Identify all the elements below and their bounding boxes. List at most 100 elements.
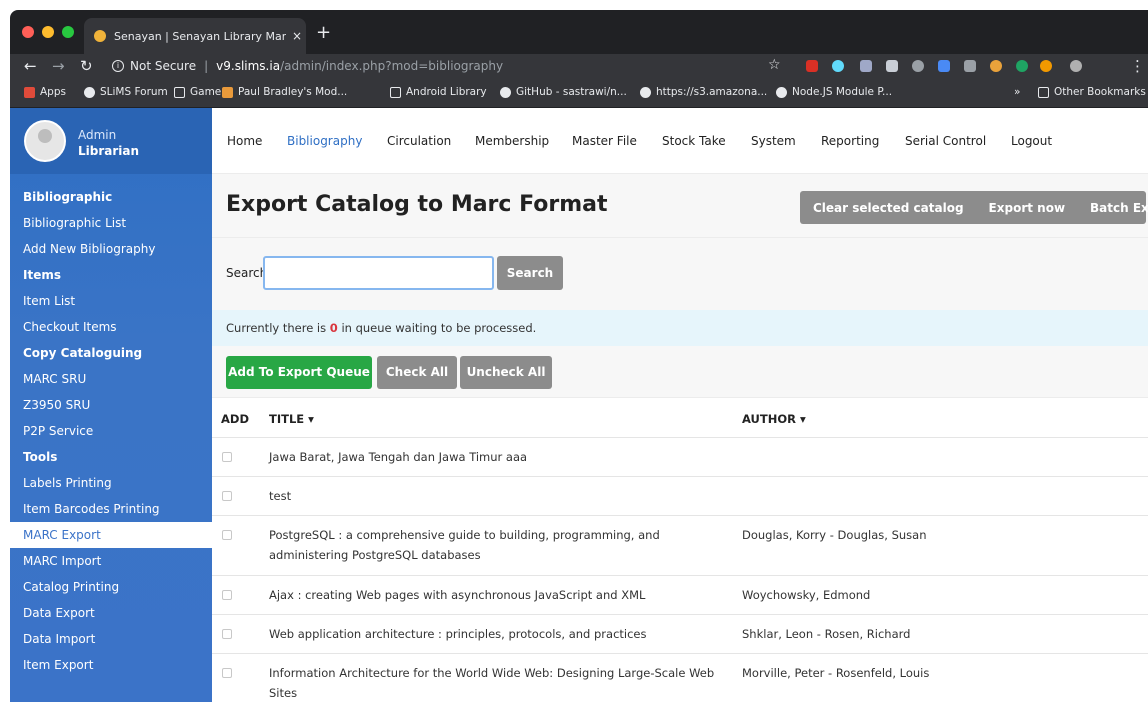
nav-logout[interactable]: Logout (1011, 134, 1052, 148)
nav-stock-take[interactable]: Stock Take (662, 134, 726, 148)
table-row: Information Architecture for the World W… (212, 654, 1148, 702)
clear-selected-catalog-button[interactable]: Clear selected catalog (813, 201, 964, 215)
bookmark-label: Apps (40, 86, 66, 98)
row-checkbox[interactable] (222, 629, 232, 639)
nav-serial-control[interactable]: Serial Control (905, 134, 986, 148)
extension-window-icon[interactable] (964, 60, 976, 72)
sidebar-item-labels-printing[interactable]: Labels Printing (10, 470, 212, 496)
sidebar-item-checkout-items[interactable]: Checkout Items (10, 314, 212, 340)
back-arrow-icon[interactable]: ← (24, 56, 37, 76)
bookmark-github[interactable]: GitHub - sastrawi/n... (500, 86, 627, 98)
nav-circulation[interactable]: Circulation (387, 134, 451, 148)
column-header-author[interactable]: AUTHOR ▾ (742, 412, 806, 426)
tab-title: Senayan | Senayan Library Mana (114, 29, 286, 43)
bookmark-label: Android Library (406, 86, 487, 98)
other-bookmarks[interactable]: Other Bookmarks (1038, 86, 1146, 98)
extension-react-icon[interactable] (832, 60, 844, 72)
column-header-title[interactable]: TITLE ▾ (269, 412, 314, 426)
sidebar-item-catalog-printing[interactable]: Catalog Printing (10, 574, 212, 600)
sidebar-item-item-barcodes-printing[interactable]: Item Barcodes Printing (10, 496, 212, 522)
extension-coin-icon[interactable] (1040, 60, 1052, 72)
bookmark-android-library[interactable]: Android Library (390, 86, 487, 98)
search-input[interactable] (263, 256, 494, 290)
bookmark-nodejs[interactable]: Node.JS Module P... (776, 86, 892, 98)
bookmark-s3[interactable]: https://s3.amazona... (640, 86, 767, 98)
folder-icon (1038, 86, 1049, 98)
bookmark-slims-forum[interactable]: SLiMS Forum (84, 86, 168, 98)
address-bar[interactable]: i Not Secure | v9.slims.ia /admin/index.… (112, 54, 802, 78)
nav-reporting[interactable]: Reporting (821, 134, 879, 148)
sidebar-item-marc-import[interactable]: MARC Import (10, 548, 212, 574)
bookmark-label: https://s3.amazona... (656, 86, 768, 98)
row-title: test (269, 489, 292, 503)
extension-camera-icon[interactable] (886, 60, 898, 72)
extension-translate-icon[interactable] (938, 60, 950, 72)
row-author: Shklar, Leon - Rosen, Richard (742, 627, 911, 641)
browser-tab[interactable]: Senayan | Senayan Library Mana × (84, 18, 306, 54)
sidebar-item-item-export[interactable]: Item Export (10, 652, 212, 678)
batch-export-button[interactable]: Batch Export (1090, 201, 1148, 215)
row-checkbox[interactable] (222, 452, 232, 462)
chevron-double-right-icon: » (1014, 86, 1021, 98)
table-row: Web application architecture : principle… (212, 615, 1148, 654)
user-profile: Admin Librarian (10, 108, 212, 174)
sidebar-item-z3950-sru[interactable]: Z3950 SRU (10, 392, 212, 418)
add-to-export-queue-button[interactable]: Add To Export Queue (226, 356, 372, 389)
row-checkbox[interactable] (222, 590, 232, 600)
minimize-window-button[interactable] (42, 26, 54, 38)
maximize-window-button[interactable] (62, 26, 74, 38)
sidebar-item-p2p-service[interactable]: P2P Service (10, 418, 212, 444)
export-now-button[interactable]: Export now (989, 201, 1065, 215)
row-checkbox[interactable] (222, 530, 232, 540)
bookmark-paul-bradley[interactable]: Paul Bradley's Mod... (222, 86, 347, 98)
close-tab-icon[interactable]: × (292, 29, 302, 43)
sidebar: Admin Librarian Bibliographic Bibliograph… (10, 108, 212, 702)
extension-record-icon[interactable] (912, 60, 924, 72)
bookmark-star-icon[interactable]: ☆ (768, 57, 781, 73)
queue-count: 0 (329, 321, 338, 335)
bookmark-label: Node.JS Module P... (792, 86, 893, 98)
info-icon[interactable]: i (112, 60, 124, 72)
reload-icon[interactable]: ↻ (80, 56, 93, 76)
sidebar-menu: Bibliographic Bibliographic List Add New B… (10, 184, 212, 678)
sidebar-item-data-import[interactable]: Data Import (10, 626, 212, 652)
profile-avatar-icon[interactable] (1070, 60, 1082, 72)
nav-home[interactable]: Home (227, 134, 262, 148)
site-favicon-icon (94, 30, 106, 42)
sidebar-item-add-new-bibliography[interactable]: Add New Bibliography (10, 236, 212, 262)
search-button[interactable]: Search (497, 256, 563, 290)
nav-membership[interactable]: Membership (475, 134, 549, 148)
row-checkbox[interactable] (222, 668, 232, 678)
extension-leaf-icon[interactable] (1016, 60, 1028, 72)
bookmarks-overflow-button[interactable]: » (1014, 86, 1020, 98)
extension-ublock-icon[interactable] (806, 60, 818, 72)
bookmark-apps[interactable]: Apps (24, 86, 66, 98)
close-window-button[interactable] (22, 26, 34, 38)
forward-arrow-icon[interactable]: → (52, 56, 65, 76)
bookmark-game[interactable]: Game (174, 86, 221, 98)
sidebar-item-marc-export[interactable]: MARC Export (10, 522, 212, 548)
bookmark-favicon-icon (222, 86, 233, 98)
extension-cookie-icon[interactable] (990, 60, 1002, 72)
nav-master-file[interactable]: Master File (572, 134, 637, 148)
search-bar: Search Search (212, 238, 1148, 310)
nav-bibliography[interactable]: Bibliography (287, 134, 362, 148)
row-checkbox[interactable] (222, 491, 232, 501)
sidebar-item-data-export[interactable]: Data Export (10, 600, 212, 626)
new-tab-button[interactable]: + (316, 24, 331, 42)
browser-toolbar: ← → ↻ i Not Secure | v9.slims.ia /admin/… (10, 54, 1148, 78)
check-all-button[interactable]: Check All (377, 356, 457, 389)
sidebar-heading: Tools (23, 450, 58, 464)
bookmarks-bar: Apps SLiMS Forum Game Paul Bradley's Mod… (10, 78, 1148, 108)
sidebar-item-marc-sru[interactable]: MARC SRU (10, 366, 212, 392)
nav-system[interactable]: System (751, 134, 796, 148)
row-author: Douglas, Korry - Douglas, Susan (742, 528, 927, 542)
url-separator: | (204, 59, 209, 73)
apps-grid-icon (24, 86, 35, 98)
extension-vue-icon[interactable] (860, 60, 872, 72)
sidebar-item-bibliographic-list[interactable]: Bibliographic List (10, 210, 212, 236)
menu-kebab-icon[interactable]: ⋮ (1130, 56, 1145, 76)
page-title: Export Catalog to Marc Format (226, 192, 608, 217)
uncheck-all-button[interactable]: Uncheck All (460, 356, 552, 389)
sidebar-item-item-list[interactable]: Item List (10, 288, 212, 314)
